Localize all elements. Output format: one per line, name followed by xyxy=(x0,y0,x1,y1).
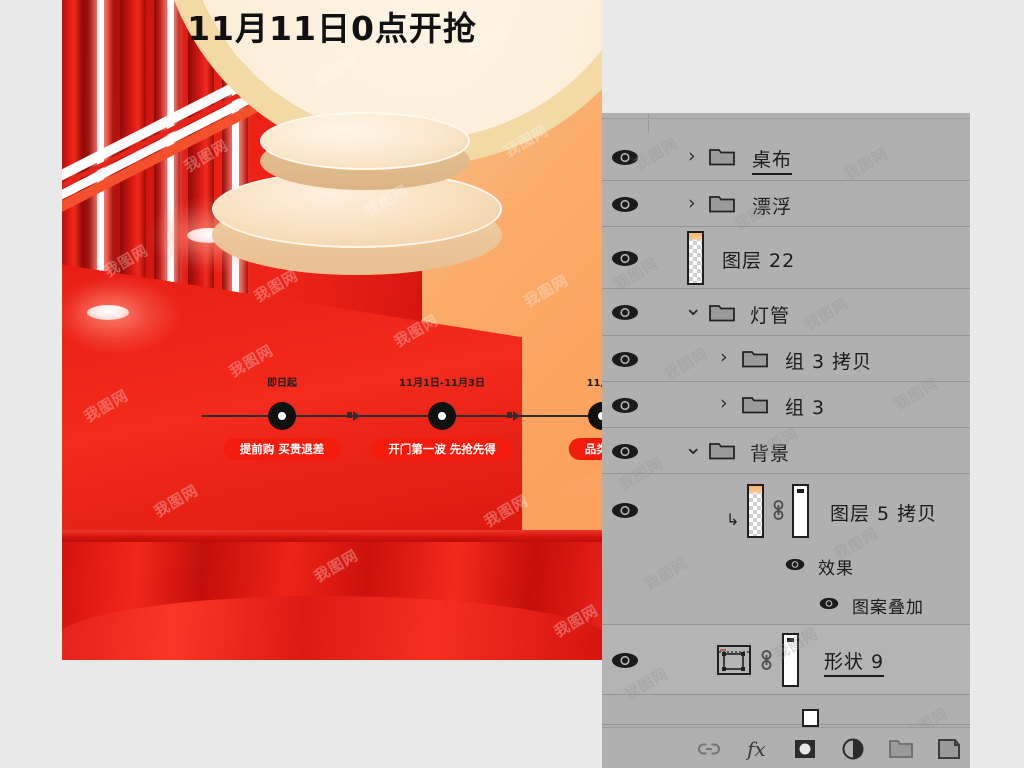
layer-thumbnail[interactable] xyxy=(802,709,819,727)
layers-panel[interactable]: › 桌布 › 漂浮 图层 22 ⌄ 灯管 › 组 3 拷贝 › 组 3 ⌄ 背景… xyxy=(602,113,970,768)
layer-thumbnail[interactable] xyxy=(747,484,764,538)
svg-text:fx: fx xyxy=(745,737,766,761)
eye-icon[interactable] xyxy=(611,304,639,321)
timeline-date-2: 11月7 xyxy=(586,378,602,389)
layer-row-zu3[interactable]: › 组 3 xyxy=(602,382,970,428)
timeline-node-2 xyxy=(588,402,602,430)
red-curtain xyxy=(62,530,602,660)
promo-timeline: 即日起 11月1日-11月3日 11月7 提前购 买贵退差 开门第一波 先抢先得… xyxy=(192,370,602,465)
timeline-node-0 xyxy=(268,402,296,430)
layer-name[interactable]: 图层 5 拷贝 xyxy=(830,499,937,526)
layer-effects-row[interactable]: 效果 xyxy=(602,546,970,585)
eye-icon[interactable] xyxy=(785,558,805,571)
chevron-right-icon[interactable]: › xyxy=(688,194,696,213)
timeline-arrow-tail-1 xyxy=(507,412,512,418)
vector-shape-thumbnail[interactable] xyxy=(717,645,751,675)
eye-icon[interactable] xyxy=(611,149,639,166)
new-layer-icon[interactable] xyxy=(934,736,964,762)
poster-title: 11月11日0点开抢 xyxy=(187,9,477,48)
timeline-date-0: 即日起 xyxy=(267,378,297,389)
layer-name[interactable]: 灯管 xyxy=(750,301,790,328)
layer-row-zhuobu[interactable]: › 桌布 xyxy=(602,133,970,181)
timeline-pill-0: 提前购 买贵退差 xyxy=(223,438,341,460)
timeline-arrow-1 xyxy=(513,411,520,421)
chevron-right-icon[interactable]: › xyxy=(720,348,728,367)
chevron-down-icon[interactable]: ⌄ xyxy=(684,437,702,459)
timeline-node-1 xyxy=(428,402,456,430)
photoshop-screenshot: 11月11日0点开抢 我图网 我图网 我图网 我图网 我图网 我图网 我图网 我… xyxy=(0,0,1024,768)
link-layers-icon[interactable] xyxy=(694,736,724,762)
layer-mask-thumbnail[interactable] xyxy=(792,484,809,538)
layer-thumbnail[interactable] xyxy=(687,231,704,285)
eye-icon[interactable] xyxy=(611,652,639,669)
chevron-down-icon[interactable]: ⌄ xyxy=(684,298,702,320)
eye-icon[interactable] xyxy=(611,196,639,213)
vector-mask-thumbnail[interactable] xyxy=(782,633,799,687)
link-icon[interactable] xyxy=(772,499,785,521)
clipping-mask-arrow-icon: ↳ xyxy=(726,510,740,529)
new-group-icon[interactable] xyxy=(886,736,916,762)
folder-icon xyxy=(742,394,768,414)
layer-name[interactable]: 组 3 拷贝 xyxy=(785,347,872,374)
layer-name[interactable]: 漂浮 xyxy=(752,192,792,219)
fx-icon[interactable]: fx xyxy=(742,736,772,762)
document-canvas[interactable]: 11月11日0点开抢 我图网 我图网 我图网 我图网 我图网 我图网 我图网 我… xyxy=(62,0,602,660)
desktop-background-right xyxy=(970,113,1024,768)
folder-icon xyxy=(742,348,768,368)
layer-effect-pattern-overlay-row[interactable]: 图案叠加 xyxy=(602,585,970,625)
timeline-pill-2: 品类日 xyxy=(568,438,602,460)
layers-panel-toolbar: fx xyxy=(602,727,970,768)
link-icon[interactable] xyxy=(760,649,773,671)
layer-row-tuceng22[interactable]: 图层 22 xyxy=(602,227,970,289)
curtain-rail xyxy=(62,530,602,542)
layer-row-dengguan[interactable]: ⌄ 灯管 xyxy=(602,289,970,336)
eye-icon[interactable] xyxy=(611,351,639,368)
layer-row-tuceng5-copy[interactable]: ↳ 图层 5 拷贝 xyxy=(602,474,970,546)
timeline-axis xyxy=(202,415,602,417)
layer-name[interactable]: 桌布 xyxy=(752,145,793,175)
chevron-right-icon[interactable]: › xyxy=(720,394,728,413)
add-layer-mask-icon[interactable] xyxy=(790,736,820,762)
layer-name[interactable]: 形状 9 xyxy=(824,647,885,677)
layer-name[interactable]: 图层 22 xyxy=(722,246,795,273)
layer-row-beijing[interactable]: ⌄ 背景 xyxy=(602,428,970,474)
layer-name[interactable]: 组 3 xyxy=(785,393,825,420)
layer-row-xingzhuang9[interactable]: 形状 9 xyxy=(602,625,970,695)
effects-label[interactable]: 效果 xyxy=(818,554,854,579)
eye-icon[interactable] xyxy=(611,443,639,460)
folder-icon xyxy=(709,193,735,213)
timeline-arrow-tail-0 xyxy=(347,412,352,418)
eye-icon[interactable] xyxy=(611,397,639,414)
layer-row-zu3-copy[interactable]: › 组 3 拷贝 xyxy=(602,336,970,382)
adjustment-layer-icon[interactable] xyxy=(838,736,868,762)
layer-name[interactable]: 背景 xyxy=(750,439,790,466)
podium-upper-top xyxy=(260,112,470,170)
eye-icon[interactable] xyxy=(819,597,839,610)
layer-row-partial[interactable] xyxy=(602,695,970,727)
layer-row-piaofu[interactable]: › 漂浮 xyxy=(602,181,970,227)
folder-icon xyxy=(709,146,735,166)
effect-name[interactable]: 图案叠加 xyxy=(852,593,924,618)
panel-header-strip xyxy=(602,113,970,134)
timeline-pill-1: 开门第一波 先抢先得 xyxy=(372,438,512,460)
timeline-date-1: 11月1日-11月3日 xyxy=(399,378,485,389)
timeline-arrow-0 xyxy=(353,411,360,421)
eye-icon[interactable] xyxy=(611,250,639,267)
folder-icon xyxy=(709,440,735,460)
eye-icon[interactable] xyxy=(611,502,639,519)
folder-icon xyxy=(709,302,735,322)
chevron-right-icon[interactable]: › xyxy=(688,147,696,166)
